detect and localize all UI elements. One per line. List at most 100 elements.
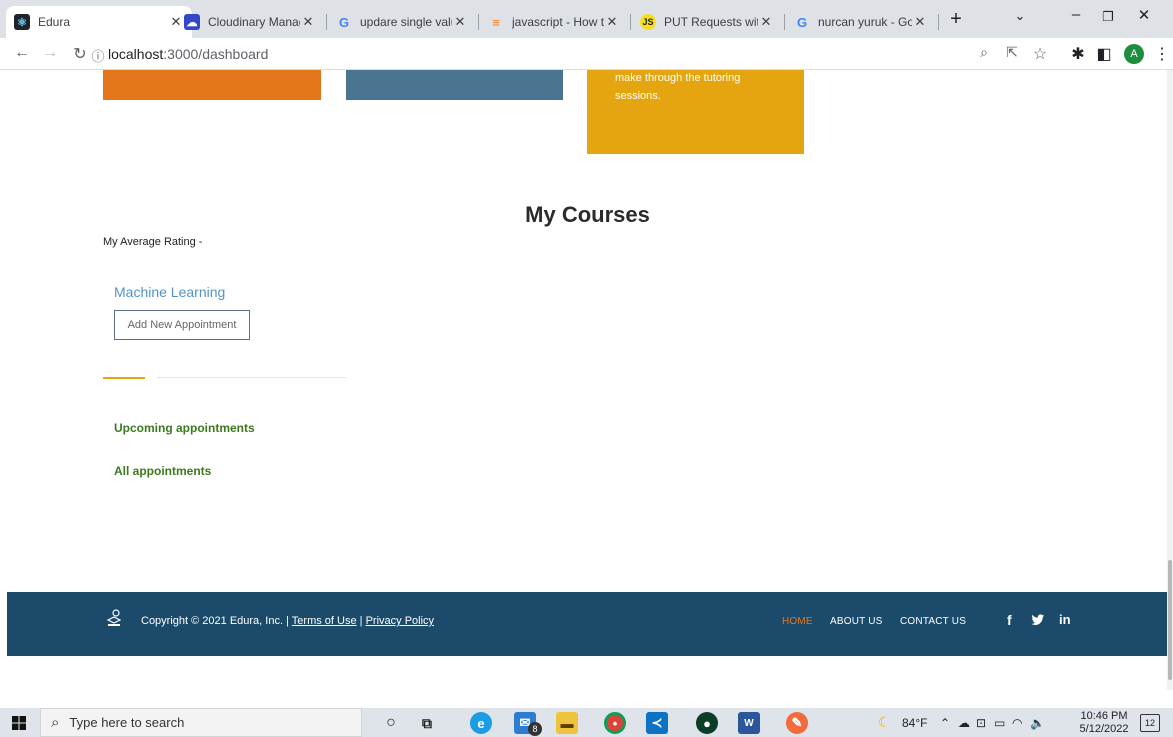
mail-badge: 8 bbox=[528, 722, 542, 736]
tab-divider bbox=[784, 14, 785, 30]
word-icon[interactable]: W bbox=[738, 712, 760, 734]
react-icon: ⚛ bbox=[14, 14, 30, 30]
average-rating-label: My Average Rating - bbox=[103, 236, 203, 248]
separator: | bbox=[356, 615, 366, 627]
moon-weather-icon: ☾ bbox=[878, 714, 891, 730]
footer-nav-home[interactable]: HOME bbox=[782, 616, 813, 627]
chrome-icon[interactable]: • bbox=[604, 712, 626, 734]
google-icon: G bbox=[796, 14, 808, 30]
add-appointment-button[interactable]: Add New Appointment bbox=[114, 310, 250, 340]
facebook-icon[interactable]: f bbox=[1007, 612, 1012, 628]
tab-search-chevron-icon[interactable]: ⌄ bbox=[1008, 8, 1032, 24]
url-host: localhost bbox=[108, 46, 164, 62]
cloudinary-icon: ☁ bbox=[184, 14, 200, 30]
footer-nav-about[interactable]: ABOUT US bbox=[830, 616, 883, 627]
stat-card-gold: make through the tutoring sessions. bbox=[587, 70, 804, 154]
tab-strip: ⚛ Edura ✕ ☁ Cloudinary Manage ✕ G updare… bbox=[0, 0, 1173, 38]
site-footer: Copyright © 2021 Edura, Inc. | Terms of … bbox=[7, 592, 1167, 656]
bookmark-star-icon[interactable]: ☆ bbox=[1030, 44, 1050, 64]
divider-accent bbox=[103, 377, 145, 379]
twitter-icon[interactable] bbox=[1031, 613, 1045, 631]
windows-start-icon[interactable] bbox=[12, 716, 26, 735]
stackoverflow-icon: ≡ bbox=[492, 14, 500, 30]
page-content: make through the tutoring sessions. My C… bbox=[0, 70, 1167, 690]
info-icon[interactable]: ⓘ bbox=[88, 46, 108, 65]
copyright-label: Copyright © 2021 Edura, Inc. | bbox=[141, 615, 292, 627]
edge-icon[interactable]: e bbox=[470, 712, 492, 734]
tab-stackoverflow[interactable]: ≡ javascript - How to ✕ bbox=[480, 6, 628, 38]
tab-put-requests[interactable]: JS PUT Requests with ✕ bbox=[632, 6, 782, 38]
copyright-text: Copyright © 2021 Edura, Inc. | Terms of … bbox=[141, 615, 434, 627]
wifi-icon[interactable]: ◠ bbox=[1012, 716, 1022, 730]
extensions-icon[interactable]: ✱ bbox=[1068, 44, 1088, 64]
all-appointments-link[interactable]: All appointments bbox=[114, 464, 211, 478]
new-tab-button[interactable]: + bbox=[944, 8, 968, 31]
stat-card-slate bbox=[346, 70, 563, 100]
onedrive-icon[interactable]: ☁ bbox=[958, 716, 970, 730]
upcoming-appointments-link[interactable]: Upcoming appointments bbox=[114, 421, 255, 435]
tab-divider bbox=[478, 14, 479, 30]
share-icon[interactable]: ⇱ bbox=[1002, 44, 1022, 61]
tab-google-update[interactable]: G updare single value ✕ bbox=[328, 6, 476, 38]
page-scrollbar[interactable] bbox=[1167, 70, 1173, 690]
close-tab-icon[interactable]: ✕ bbox=[758, 14, 774, 30]
tab-divider bbox=[630, 14, 631, 30]
card-line: make through the tutoring bbox=[615, 72, 741, 84]
mongodb-compass-icon[interactable]: ● bbox=[696, 712, 718, 734]
privacy-link[interactable]: Privacy Policy bbox=[366, 615, 434, 627]
tab-title: updare single value bbox=[360, 15, 452, 29]
clock-time: 10:46 PM bbox=[1080, 710, 1128, 722]
notification-icon[interactable]: 12 bbox=[1140, 714, 1160, 732]
close-tab-icon[interactable]: ✕ bbox=[300, 14, 316, 30]
tab-title: nurcan yuruk - Goo bbox=[818, 15, 912, 29]
close-tab-icon[interactable]: ✕ bbox=[452, 14, 468, 30]
tab-google-nurcan[interactable]: G nurcan yuruk - Goo ✕ bbox=[786, 6, 936, 38]
search-icon: ⌕ bbox=[51, 714, 60, 731]
file-explorer-icon[interactable]: ▬ bbox=[556, 712, 578, 734]
linkedin-icon[interactable]: in bbox=[1059, 612, 1071, 627]
tray-device-icon[interactable]: ⊡ bbox=[976, 716, 986, 730]
clock[interactable]: 10:46 PM 5/12/2022 bbox=[1078, 710, 1130, 736]
search-placeholder: Type here to search bbox=[69, 715, 185, 730]
js-icon: JS bbox=[640, 14, 656, 30]
forward-icon[interactable]: → bbox=[40, 44, 60, 62]
clock-date: 5/12/2022 bbox=[1079, 723, 1129, 735]
close-window-button[interactable]: ✕ bbox=[1132, 6, 1156, 24]
divider-line bbox=[157, 377, 346, 378]
close-tab-icon[interactable]: ✕ bbox=[604, 14, 620, 30]
scroll-thumb[interactable] bbox=[1168, 560, 1172, 680]
url-path: :3000/dashboard bbox=[163, 46, 269, 62]
cortana-icon[interactable]: ○ bbox=[380, 712, 402, 734]
card-line: sessions. bbox=[615, 90, 661, 102]
google-icon: G bbox=[338, 14, 350, 30]
back-icon[interactable]: ← bbox=[12, 44, 32, 62]
close-tab-icon[interactable]: ✕ bbox=[912, 14, 928, 30]
tab-title: PUT Requests with bbox=[664, 15, 758, 29]
postman-icon[interactable]: ✎ bbox=[786, 712, 808, 734]
restore-button[interactable]: ❐ bbox=[1096, 9, 1120, 25]
tab-edura[interactable]: ⚛ Edura ✕ bbox=[6, 6, 192, 38]
stat-card-orange bbox=[103, 70, 321, 100]
task-view-icon[interactable]: ⧉ bbox=[416, 712, 438, 734]
taskbar-search-input[interactable]: ⌕ Type here to search bbox=[40, 708, 362, 737]
profile-avatar[interactable]: A bbox=[1124, 44, 1144, 64]
volume-icon[interactable]: 🔈 bbox=[1030, 716, 1045, 730]
weather-temp[interactable]: 84°F bbox=[902, 716, 927, 730]
minimize-button[interactable]: – bbox=[1064, 6, 1088, 23]
windows-taskbar: ⌕ Type here to search ○ ⧉ e ✉ 8 ▬ • ≺ ● … bbox=[0, 708, 1173, 737]
tab-divider bbox=[938, 14, 939, 30]
terms-link[interactable]: Terms of Use bbox=[292, 615, 357, 627]
address-bar[interactable]: localhost:3000/dashboard bbox=[108, 46, 268, 62]
vscode-icon[interactable]: ≺ bbox=[646, 712, 668, 734]
course-title-link[interactable]: Machine Learning bbox=[114, 284, 225, 300]
tray-chevron-icon[interactable]: ⌃ bbox=[940, 716, 950, 730]
footer-nav-contact[interactable]: CONTACT US bbox=[900, 616, 966, 627]
card-description: make through the tutoring sessions. bbox=[587, 70, 804, 105]
battery-icon[interactable]: ▭ bbox=[994, 716, 1005, 730]
tab-cloudinary[interactable]: ☁ Cloudinary Manage ✕ bbox=[176, 6, 324, 38]
menu-icon[interactable]: ⋮ bbox=[1152, 44, 1172, 64]
side-panel-icon[interactable]: ◧ bbox=[1094, 44, 1114, 64]
zoom-icon[interactable]: ⌕ bbox=[974, 44, 994, 61]
reload-icon[interactable]: ↻ bbox=[70, 44, 90, 64]
tab-title: javascript - How to bbox=[512, 15, 604, 29]
